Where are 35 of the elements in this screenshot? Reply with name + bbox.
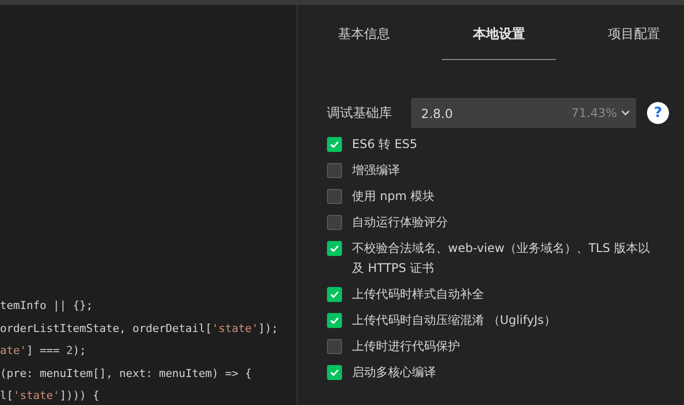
checkbox[interactable] — [327, 365, 342, 380]
check-icon — [330, 317, 339, 324]
option-label: 使用 npm 模块 — [352, 188, 436, 205]
checkbox[interactable] — [327, 287, 342, 302]
code-line: temInfo || {}; — [0, 298, 94, 314]
checkbox[interactable] — [327, 313, 342, 328]
tab[interactable]: 本地设置 — [442, 21, 556, 60]
option-label: ES6 转 ES5 — [352, 136, 418, 153]
option-label: 上传代码时样式自动补全 — [352, 286, 485, 303]
checkbox[interactable] — [327, 137, 342, 152]
checkbox[interactable] — [327, 215, 342, 230]
code-line: orderListItemState, orderDetail['state']); — [0, 320, 280, 336]
tab[interactable]: 基本信息 — [338, 21, 390, 60]
tab[interactable]: 项目配置 — [608, 21, 660, 60]
check-icon — [330, 245, 339, 252]
code-line: (pre: menuItem[], next: menuItem) => { — [0, 366, 253, 382]
check-icon — [330, 141, 339, 148]
checkbox[interactable] — [327, 241, 342, 256]
option-label: 增强编译 — [352, 162, 401, 179]
field-label: 调试基础库 — [327, 105, 393, 122]
option-label: 自动运行体验评分 — [352, 214, 449, 231]
option-label: 不校验合法域名、web-view（业务域名）、TLS 版本以及 HTTPS 证书 — [352, 240, 651, 277]
code-line: ate'] === 2); — [0, 343, 88, 359]
check-icon — [330, 291, 339, 298]
chevron-down-icon — [621, 110, 630, 116]
option-label: 上传代码时自动压缩混淆 （UglifyJs） — [352, 312, 557, 329]
code-line: l['state']))) { — [0, 388, 100, 404]
checkbox[interactable] — [327, 189, 342, 204]
checkbox[interactable] — [327, 163, 342, 178]
checkbox[interactable] — [327, 339, 342, 354]
library-select[interactable]: 2.8.0 71.43% — [411, 98, 636, 128]
option-label: 上传时进行代码保护 — [352, 338, 461, 355]
check-icon — [330, 369, 339, 376]
help-button[interactable]: ? — [647, 102, 669, 124]
option-label: 启动多核心编译 — [352, 364, 437, 381]
